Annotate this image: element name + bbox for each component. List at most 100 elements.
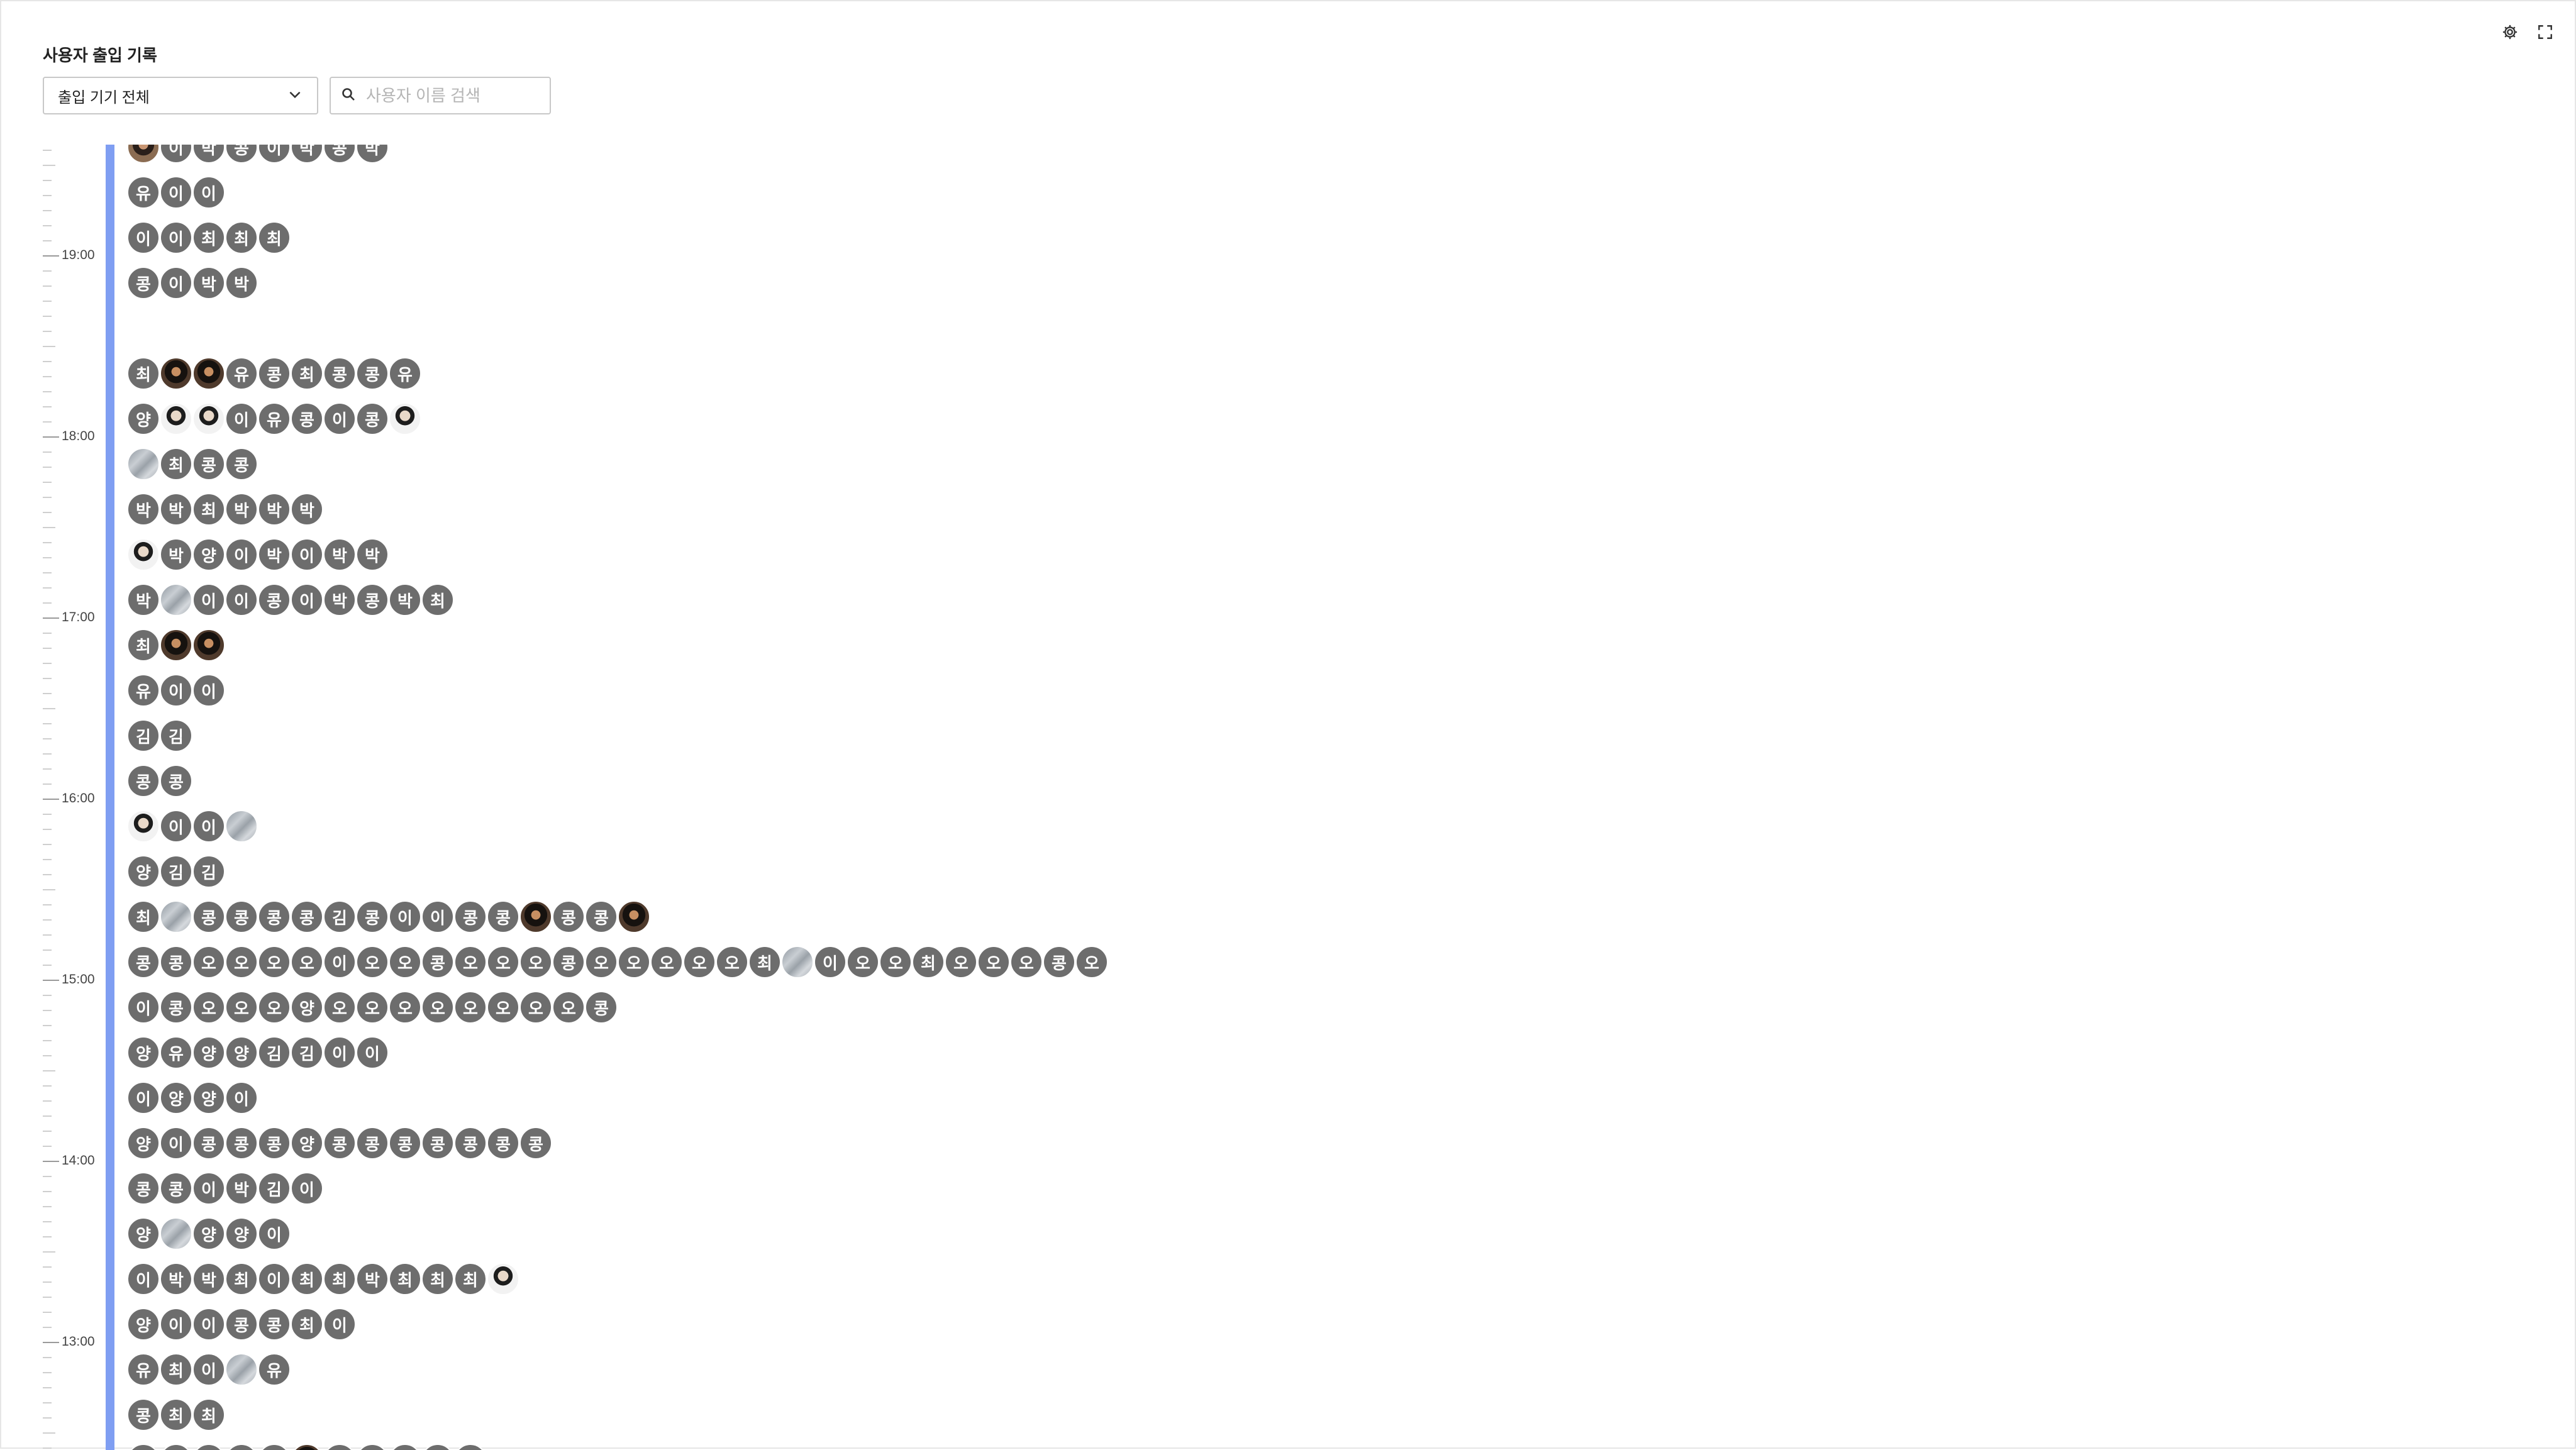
user-initial-avatar[interactable]: 양 — [291, 991, 323, 1024]
user-photo-avatar[interactable] — [127, 810, 160, 843]
user-initial-avatar[interactable]: 콩 — [421, 1127, 454, 1159]
user-initial-avatar[interactable]: 콩 — [356, 900, 389, 933]
user-photo-avatar[interactable] — [487, 1263, 519, 1295]
user-initial-avatar[interactable]: 이 — [258, 1217, 291, 1250]
user-photo-avatar[interactable] — [192, 402, 225, 435]
user-photo-avatar[interactable] — [291, 1444, 323, 1450]
user-initial-avatar[interactable]: 콩 — [127, 1172, 160, 1205]
user-initial-avatar[interactable]: 오 — [716, 946, 748, 978]
user-initial-avatar[interactable]: 김 — [192, 855, 225, 888]
user-initial-avatar[interactable]: 오 — [1075, 946, 1108, 978]
user-initial-avatar[interactable]: 최 — [127, 629, 160, 661]
user-initial-avatar[interactable]: 박 — [192, 1263, 225, 1295]
user-initial-avatar[interactable]: 이 — [356, 1444, 389, 1450]
user-initial-avatar[interactable]: 유 — [389, 357, 421, 390]
user-initial-avatar[interactable]: 이 — [258, 1263, 291, 1295]
user-search-box[interactable] — [330, 77, 551, 114]
user-initial-avatar[interactable]: 콩 — [225, 145, 258, 163]
user-initial-avatar[interactable]: 이 — [160, 1127, 192, 1159]
device-filter-select[interactable]: 출입 기기 전체 — [43, 77, 318, 114]
user-initial-avatar[interactable]: 오 — [552, 991, 585, 1024]
user-initial-avatar[interactable]: 오 — [650, 946, 683, 978]
user-initial-avatar[interactable]: 박 — [389, 584, 421, 616]
user-initial-avatar[interactable]: 박 — [323, 584, 356, 616]
user-initial-avatar[interactable]: 콩 — [225, 1308, 258, 1341]
user-initial-avatar[interactable]: 유 — [127, 1353, 160, 1386]
user-photo-avatar[interactable] — [225, 810, 258, 843]
user-initial-avatar[interactable]: 오 — [192, 946, 225, 978]
user-initial-avatar[interactable]: 최 — [748, 946, 781, 978]
user-initial-avatar[interactable]: 오 — [225, 991, 258, 1024]
user-initial-avatar[interactable]: 오 — [487, 991, 519, 1024]
user-initial-avatar[interactable]: 콩 — [225, 448, 258, 480]
user-initial-avatar[interactable]: 김 — [454, 1444, 487, 1450]
user-initial-avatar[interactable]: 이 — [323, 1036, 356, 1069]
user-initial-avatar[interactable]: 최 — [127, 900, 160, 933]
user-initial-avatar[interactable]: 콩 — [552, 900, 585, 933]
user-initial-avatar[interactable]: 박 — [225, 1444, 258, 1450]
user-initial-avatar[interactable]: 이 — [225, 538, 258, 571]
user-initial-avatar[interactable]: 유 — [258, 1353, 291, 1386]
user-initial-avatar[interactable]: 콩 — [291, 900, 323, 933]
user-photo-avatar[interactable] — [127, 538, 160, 571]
user-initial-avatar[interactable]: 콩 — [258, 1127, 291, 1159]
user-photo-avatar[interactable] — [127, 448, 160, 480]
user-photo-avatar[interactable] — [160, 900, 192, 933]
user-initial-avatar[interactable]: 김 — [323, 900, 356, 933]
user-initial-avatar[interactable]: 김 — [258, 1172, 291, 1205]
fullscreen-icon[interactable] — [2534, 21, 2556, 43]
user-initial-avatar[interactable]: 이 — [160, 145, 192, 163]
user-initial-avatar[interactable]: 콩 — [258, 357, 291, 390]
user-initial-avatar[interactable]: 오 — [519, 991, 552, 1024]
user-initial-avatar[interactable]: 이 — [421, 1444, 454, 1450]
user-initial-avatar[interactable]: 콩 — [1043, 946, 1075, 978]
user-initial-avatar[interactable]: 최 — [912, 946, 945, 978]
user-initial-avatar[interactable]: 콩 — [160, 765, 192, 797]
user-initial-avatar[interactable]: 박 — [291, 145, 323, 163]
user-initial-avatar[interactable]: 양 — [225, 1217, 258, 1250]
user-photo-avatar[interactable] — [160, 584, 192, 616]
user-initial-avatar[interactable]: 오 — [454, 991, 487, 1024]
user-initial-avatar[interactable]: 이 — [291, 584, 323, 616]
user-initial-avatar[interactable]: 박 — [160, 1444, 192, 1450]
user-initial-avatar[interactable]: 콩 — [487, 1127, 519, 1159]
user-initial-avatar[interactable]: 최 — [160, 1398, 192, 1431]
user-initial-avatar[interactable]: 오 — [356, 946, 389, 978]
user-initial-avatar[interactable]: 최 — [389, 1263, 421, 1295]
user-initial-avatar[interactable]: 콩 — [291, 402, 323, 435]
user-initial-avatar[interactable]: 콩 — [258, 1308, 291, 1341]
user-initial-avatar[interactable]: 이 — [192, 584, 225, 616]
user-initial-avatar[interactable]: 오 — [291, 946, 323, 978]
user-initial-avatar[interactable]: 박 — [192, 145, 225, 163]
user-photo-avatar[interactable] — [160, 629, 192, 661]
user-initial-avatar[interactable]: 최 — [192, 493, 225, 526]
user-initial-avatar[interactable]: 콩 — [192, 1127, 225, 1159]
user-initial-avatar[interactable]: 박 — [127, 493, 160, 526]
user-initial-avatar[interactable]: 박 — [356, 538, 389, 571]
user-initial-avatar[interactable]: 오 — [683, 946, 716, 978]
user-initial-avatar[interactable]: 오 — [389, 991, 421, 1024]
user-initial-avatar[interactable]: 박 — [225, 267, 258, 299]
user-initial-avatar[interactable]: 이 — [160, 810, 192, 843]
user-initial-avatar[interactable]: 콩 — [421, 946, 454, 978]
user-initial-avatar[interactable]: 이 — [160, 674, 192, 707]
gear-icon[interactable] — [2499, 21, 2521, 43]
user-initial-avatar[interactable]: 양 — [127, 1217, 160, 1250]
user-initial-avatar[interactable]: 이 — [291, 538, 323, 571]
user-photo-avatar[interactable] — [192, 357, 225, 390]
user-initial-avatar[interactable]: 양 — [192, 1444, 225, 1450]
user-initial-avatar[interactable]: 김 — [291, 1036, 323, 1069]
user-initial-avatar[interactable]: 양 — [192, 538, 225, 571]
user-initial-avatar[interactable]: 김 — [258, 1036, 291, 1069]
user-initial-avatar[interactable]: 김 — [323, 1444, 356, 1450]
user-initial-avatar[interactable]: 이 — [323, 1308, 356, 1341]
user-initial-avatar[interactable]: 콩 — [225, 1127, 258, 1159]
user-initial-avatar[interactable]: 오 — [1010, 946, 1043, 978]
user-initial-avatar[interactable]: 이 — [192, 1353, 225, 1386]
user-initial-avatar[interactable]: 콩 — [160, 1172, 192, 1205]
user-initial-avatar[interactable]: 이 — [421, 900, 454, 933]
user-initial-avatar[interactable]: 오 — [585, 946, 618, 978]
user-initial-avatar[interactable]: 오 — [487, 946, 519, 978]
user-initial-avatar[interactable]: 최 — [225, 221, 258, 254]
user-photo-avatar[interactable] — [160, 357, 192, 390]
